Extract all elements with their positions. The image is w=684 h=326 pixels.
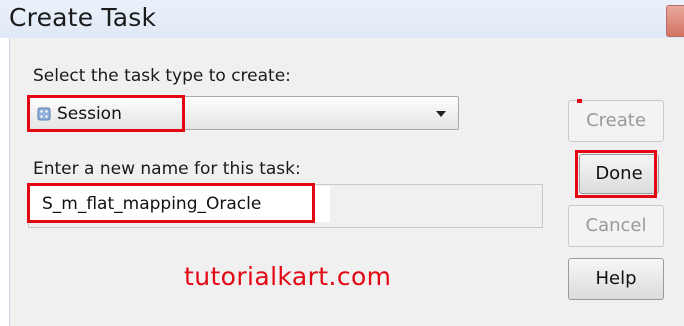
task-type-dropdown[interactable]: Session bbox=[28, 96, 459, 130]
task-type-label: Select the task type to create: bbox=[33, 66, 291, 86]
title-bar: Create Task bbox=[0, 0, 684, 38]
task-name-input[interactable] bbox=[30, 186, 330, 222]
help-button[interactable]: Help bbox=[568, 258, 664, 300]
session-icon bbox=[37, 107, 51, 121]
create-task-dialog: Select the task type to create: Session … bbox=[9, 38, 684, 326]
chevron-down-icon[interactable] bbox=[436, 111, 446, 117]
done-button[interactable]: Done bbox=[579, 154, 659, 194]
task-name-label: Enter a new name for this task: bbox=[33, 159, 301, 179]
annotation-mark bbox=[577, 99, 582, 103]
close-window-button[interactable] bbox=[666, 5, 684, 37]
create-button[interactable]: Create bbox=[568, 100, 664, 142]
task-name-field-frame bbox=[28, 184, 543, 228]
cancel-button[interactable]: Cancel bbox=[568, 205, 664, 247]
task-type-value: Session bbox=[57, 104, 122, 124]
watermark-text: tutorialkart.com bbox=[184, 262, 392, 291]
window-title: Create Task bbox=[9, 3, 157, 32]
